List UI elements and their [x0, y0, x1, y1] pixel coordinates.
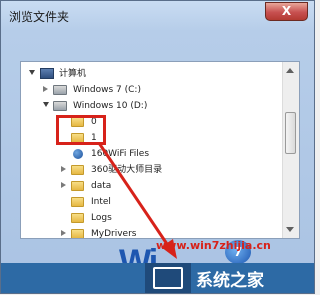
browse-folder-dialog: 浏览文件夹 X 计算机 Windows 7 (C:) Windows 10 (D…	[0, 0, 315, 294]
watermark-site-name: 系统之家	[196, 271, 264, 291]
house-icon	[153, 267, 183, 289]
watermark-url: www.win7zhijia.cn	[156, 239, 271, 252]
